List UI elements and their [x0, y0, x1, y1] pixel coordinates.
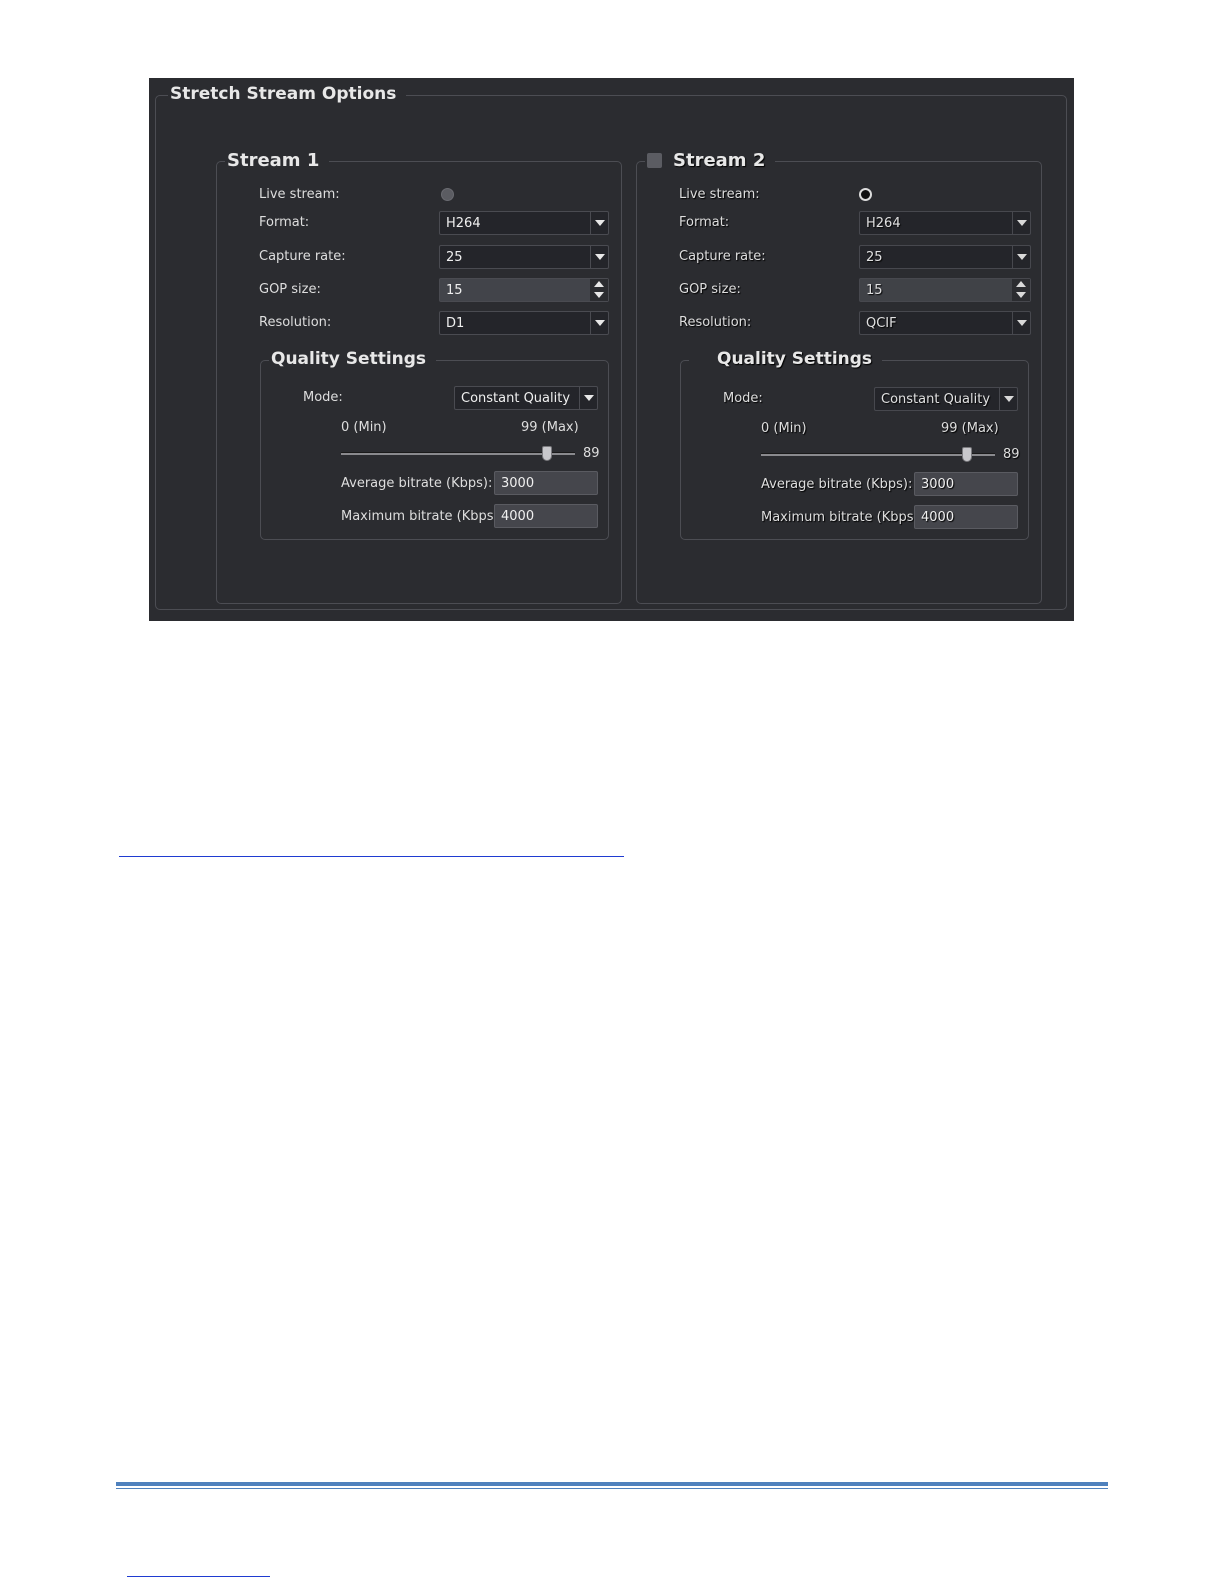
slider-max-label: 99 (Max) — [941, 421, 999, 436]
spin-buttons[interactable] — [1012, 279, 1030, 301]
capture-rate-value: 25 — [446, 250, 463, 265]
footer-link-underline[interactable] — [127, 1576, 270, 1577]
slider-max-label: 99 (Max) — [521, 420, 579, 435]
arrow-up-icon[interactable] — [1016, 281, 1026, 287]
resolution-select[interactable]: QCIF — [859, 311, 1031, 335]
live-stream-radio[interactable] — [441, 188, 454, 201]
maximum-bitrate-value: 4000 — [501, 509, 535, 524]
chevron-down-icon[interactable] — [1012, 246, 1030, 268]
mode-value: Constant Quality — [461, 391, 571, 406]
gop-size-value: 15 — [866, 283, 883, 298]
gop-size-label: GOP size: — [259, 282, 321, 297]
slider-min-label: 0 (Min) — [341, 420, 387, 435]
live-stream-radio[interactable] — [859, 188, 872, 201]
maximum-bitrate-input[interactable]: 4000 — [914, 505, 1018, 529]
format-value: H264 — [866, 216, 901, 231]
chevron-down-icon[interactable] — [579, 387, 597, 409]
gop-size-label: GOP size: — [679, 282, 741, 297]
mode-label: Mode: — [723, 391, 763, 406]
slider-value: 89 — [583, 446, 600, 461]
chevron-down-icon[interactable] — [590, 312, 608, 334]
gop-size-spinbox[interactable]: 15 — [439, 278, 609, 302]
capture-rate-select[interactable]: 25 — [859, 245, 1031, 269]
mode-select[interactable]: Constant Quality — [454, 386, 598, 410]
format-select[interactable]: H264 — [439, 211, 609, 235]
quality-settings-group: Quality Settings Mode: Constant Quality … — [680, 349, 1029, 540]
format-select[interactable]: H264 — [859, 211, 1031, 235]
stream-2-enable-checkbox[interactable] — [647, 153, 662, 168]
mode-label: Mode: — [303, 390, 343, 405]
stretch-stream-options-group: Stretch Stream Options Stream 1 Live str… — [155, 84, 1067, 610]
average-bitrate-input[interactable]: 3000 — [914, 472, 1018, 496]
stretch-stream-options-panel: Stretch Stream Options Stream 1 Live str… — [149, 78, 1074, 621]
live-stream-label: Live stream: — [259, 187, 340, 202]
capture-rate-value: 25 — [866, 250, 883, 265]
live-stream-label: Live stream: — [679, 187, 760, 202]
average-bitrate-value: 3000 — [921, 477, 955, 492]
quality-slider-handle[interactable] — [962, 447, 972, 462]
stream-1-title: Stream 1 — [225, 150, 330, 171]
capture-rate-label: Capture rate: — [259, 249, 346, 264]
slider-min-label: 0 (Min) — [761, 421, 807, 436]
format-label: Format: — [679, 215, 730, 230]
quality-slider-handle[interactable] — [542, 446, 552, 461]
resolution-label: Resolution: — [259, 315, 332, 330]
slider-value: 89 — [1003, 447, 1020, 462]
chevron-down-icon[interactable] — [1012, 312, 1030, 334]
capture-rate-label: Capture rate: — [679, 249, 766, 264]
format-value: H264 — [446, 216, 481, 231]
average-bitrate-label: Average bitrate (Kbps): — [341, 476, 493, 491]
maximum-bitrate-value: 4000 — [921, 510, 955, 525]
footer-rule — [116, 1482, 1108, 1486]
stream-2-group: Stream 2 Live stream: Format: H264 Captu… — [636, 150, 1042, 604]
quality-settings-group: Quality Settings Mode: Constant Quality … — [260, 349, 609, 540]
quality-slider-track[interactable] — [341, 446, 575, 461]
stream-1-group: Stream 1 Live stream: Format: H264 Captu… — [216, 150, 622, 604]
maximum-bitrate-label: Maximum bitrate (Kbps): — [761, 510, 924, 525]
quality-settings-title: Quality Settings — [689, 349, 883, 369]
stream-2-title: Stream 2 — [645, 150, 776, 171]
average-bitrate-input[interactable]: 3000 — [494, 471, 598, 495]
chevron-down-icon[interactable] — [999, 388, 1017, 410]
quality-settings-title: Quality Settings — [269, 349, 437, 369]
arrow-down-icon[interactable] — [594, 292, 604, 298]
chevron-down-icon[interactable] — [590, 246, 608, 268]
format-label: Format: — [259, 215, 310, 230]
resolution-value: D1 — [446, 316, 465, 331]
stream-2-title-text: Stream 2 — [673, 150, 766, 171]
average-bitrate-value: 3000 — [501, 476, 535, 491]
capture-rate-select[interactable]: 25 — [439, 245, 609, 269]
spin-buttons[interactable] — [590, 279, 608, 301]
resolution-value: QCIF — [866, 316, 897, 331]
quality-slider-track[interactable] — [761, 447, 995, 462]
panel-title: Stretch Stream Options — [168, 84, 407, 104]
average-bitrate-label: Average bitrate (Kbps): — [761, 477, 913, 492]
footer-rule-thin — [116, 1488, 1108, 1489]
gop-size-spinbox[interactable]: 15 — [859, 278, 1031, 302]
maximum-bitrate-input[interactable]: 4000 — [494, 504, 598, 528]
maximum-bitrate-label: Maximum bitrate (Kbps): — [341, 509, 504, 524]
arrow-down-icon[interactable] — [1016, 292, 1026, 298]
document-link-underline[interactable] — [119, 856, 624, 857]
mode-select[interactable]: Constant Quality — [874, 387, 1018, 411]
arrow-up-icon[interactable] — [594, 281, 604, 287]
gop-size-value: 15 — [446, 283, 463, 298]
resolution-label: Resolution: — [679, 315, 752, 330]
chevron-down-icon[interactable] — [590, 212, 608, 234]
mode-value: Constant Quality — [881, 392, 991, 407]
resolution-select[interactable]: D1 — [439, 311, 609, 335]
chevron-down-icon[interactable] — [1012, 212, 1030, 234]
